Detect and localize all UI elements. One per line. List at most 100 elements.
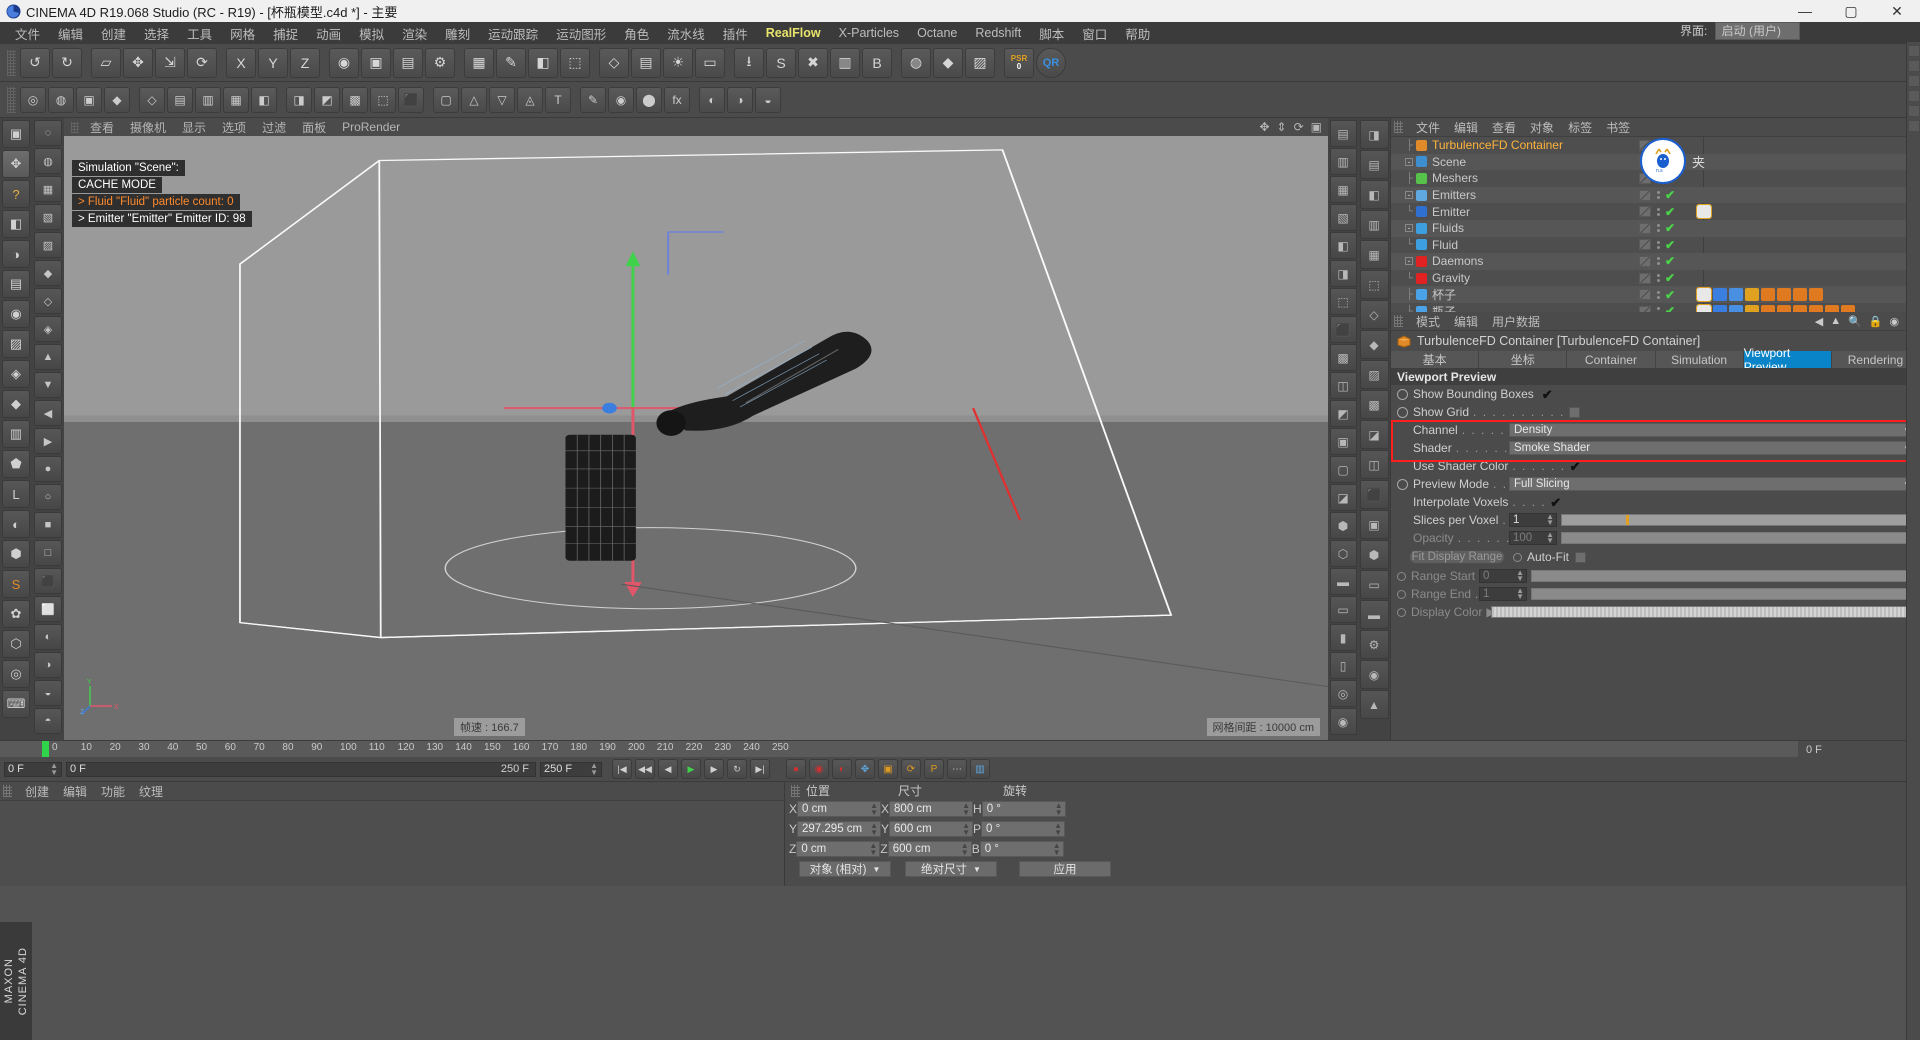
pan-icon[interactable]: ✥: [1259, 120, 1269, 134]
secondary-tool-0[interactable]: ◎: [20, 87, 46, 113]
left-mode-3[interactable]: ▧: [34, 204, 62, 230]
right-tool-a-8[interactable]: ▩: [1330, 344, 1357, 371]
secondary-tool-21[interactable]: ⬤: [636, 87, 662, 113]
timeline-ruler[interactable]: 0102030405060708090100110120130140150160…: [0, 740, 1920, 757]
secondary-tool-10[interactable]: ◩: [314, 87, 340, 113]
attr-dropdown[interactable]: Density▼: [1509, 423, 1916, 437]
viewport-menu-5[interactable]: 面板: [294, 118, 334, 137]
search-icon[interactable]: 🔍: [1848, 315, 1862, 328]
enabled-check[interactable]: ✔: [1665, 188, 1675, 202]
redo-button[interactable]: ↻: [52, 48, 82, 78]
visibility-toggle[interactable]: [1639, 223, 1651, 234]
tag-texture-tag[interactable]: [1761, 288, 1775, 301]
minimize-button[interactable]: —: [1782, 0, 1828, 22]
tag-copy-tag[interactable]: [1713, 305, 1727, 312]
menu-item-7[interactable]: 动画: [307, 21, 350, 46]
tag-texture-tag[interactable]: [1809, 288, 1823, 301]
right-tool-b-12[interactable]: ⬛: [1360, 480, 1389, 509]
visibility-dots[interactable]: [1655, 191, 1661, 199]
left-tool-17[interactable]: ⬡: [2, 630, 30, 658]
right-tool-b-0[interactable]: ◨: [1360, 120, 1389, 149]
material-menu-item-3[interactable]: 纹理: [132, 784, 170, 800]
secondary-tool-24[interactable]: ◑: [727, 87, 753, 113]
spinner-icon[interactable]: ▲▼: [869, 842, 877, 856]
step-forward-button[interactable]: ▶: [704, 759, 724, 779]
tag-texture-tag[interactable]: [1825, 305, 1839, 312]
secondary-tool-25[interactable]: ◒: [755, 87, 781, 113]
secondary-tool-15[interactable]: △: [461, 87, 487, 113]
spinner-icon[interactable]: ▲▼: [962, 802, 970, 816]
visibility-dots[interactable]: [1655, 224, 1661, 232]
visibility-dots[interactable]: [1655, 241, 1661, 249]
dolly-icon[interactable]: ⇕: [1277, 120, 1287, 134]
object-row-8[interactable]: └Gravity✔: [1391, 270, 1920, 287]
tab-3[interactable]: Simulation: [1656, 351, 1744, 368]
secondary-tool-16[interactable]: ▽: [489, 87, 515, 113]
tag-texture-tag[interactable]: [1841, 305, 1855, 312]
tab-2[interactable]: Container: [1567, 351, 1655, 368]
left-mode-0[interactable]: ◌: [34, 120, 62, 146]
tag-texture-tag[interactable]: [1793, 305, 1807, 312]
left-tool-18[interactable]: ◎: [2, 660, 30, 688]
menu-item-22[interactable]: 帮助: [1116, 21, 1159, 46]
far-right-button-0[interactable]: [1908, 45, 1920, 57]
settings-icon[interactable]: ◉: [1890, 315, 1900, 328]
object-row-controls[interactable]: ✔: [1635, 288, 1920, 302]
spinner-icon[interactable]: ▲▼: [1546, 514, 1554, 526]
left-tool-4[interactable]: ◑: [2, 240, 30, 268]
position-field-2[interactable]: 0 cm▲▼: [796, 841, 880, 857]
right-tool-b-5[interactable]: ⬚: [1360, 270, 1389, 299]
menu-item-2[interactable]: 创建: [92, 21, 135, 46]
spinner-icon[interactable]: ▲▼: [1516, 588, 1524, 600]
rotation-field-1[interactable]: 0 °▲▼: [981, 821, 1065, 837]
secondary-tool-2[interactable]: ▣: [76, 87, 102, 113]
right-tool-a-19[interactable]: ▯: [1330, 652, 1357, 679]
menu-item-18[interactable]: Octane: [908, 23, 966, 43]
range-number-field[interactable]: 1▲▼: [1479, 587, 1527, 601]
coord-apply-button[interactable]: 应用: [1019, 861, 1111, 877]
visibility-dots[interactable]: [1655, 291, 1661, 299]
nurbs-button[interactable]: ◧: [528, 48, 558, 78]
tag-texture-tag[interactable]: [1777, 305, 1791, 312]
tag-realflow-tag[interactable]: [1697, 305, 1711, 312]
left-tool-10[interactable]: ▥: [2, 420, 30, 448]
enabled-check[interactable]: ✔: [1665, 271, 1675, 285]
tree-expander[interactable]: └: [1391, 206, 1413, 217]
menu-item-0[interactable]: 文件: [6, 21, 49, 46]
radio-bullet[interactable]: [1397, 389, 1408, 400]
attr-number-field[interactable]: 100▲▼: [1509, 531, 1557, 545]
move-button[interactable]: ✥: [123, 48, 153, 78]
attr-checkbox[interactable]: [1569, 407, 1580, 418]
realflow-daemon-button[interactable]: ✖: [798, 48, 828, 78]
far-right-button-5[interactable]: [1908, 120, 1920, 132]
right-tool-b-17[interactable]: ⚙: [1360, 630, 1389, 659]
display-color-gradient[interactable]: [1491, 606, 1916, 618]
toolbar-grip[interactable]: [7, 50, 16, 76]
menu-item-8[interactable]: 模拟: [350, 21, 393, 46]
menu-item-14[interactable]: 流水线: [658, 21, 714, 46]
left-mode-7[interactable]: ◈: [34, 316, 62, 342]
object-menu-item-1[interactable]: 编辑: [1447, 120, 1485, 136]
viewport-menu-4[interactable]: 过滤: [254, 118, 294, 137]
right-tool-a-13[interactable]: ◪: [1330, 484, 1357, 511]
timeline-end-frame-field[interactable]: 250 F ▲▼: [540, 762, 602, 777]
menu-item-13[interactable]: 角色: [615, 21, 658, 46]
attribute-menu-item-1[interactable]: 编辑: [1447, 314, 1485, 330]
object-menu-item-2[interactable]: 查看: [1485, 120, 1523, 136]
left-mode-13[interactable]: ○: [34, 484, 62, 510]
spinner-icon[interactable]: ▲▼: [962, 822, 970, 836]
secondary-tool-9[interactable]: ◨: [286, 87, 312, 113]
secondary-tool-7[interactable]: ▦: [223, 87, 249, 113]
secondary-tool-14[interactable]: ▢: [433, 87, 459, 113]
right-tool-b-7[interactable]: ◆: [1360, 330, 1389, 359]
right-tool-b-6[interactable]: ◇: [1360, 300, 1389, 329]
coordinate-manager-grip[interactable]: [791, 785, 800, 797]
position-key-button[interactable]: ✥: [855, 759, 875, 779]
secondary-tool-1[interactable]: ◍: [48, 87, 74, 113]
attr-checkbox-checked[interactable]: ✔: [1570, 461, 1581, 472]
far-right-button-1[interactable]: [1908, 60, 1920, 72]
left-mode-21[interactable]: ◓: [34, 708, 62, 734]
tree-expander[interactable]: └: [1391, 273, 1413, 284]
spinner-icon[interactable]: ▲▼: [870, 802, 878, 816]
secondary-tool-19[interactable]: ✎: [580, 87, 606, 113]
